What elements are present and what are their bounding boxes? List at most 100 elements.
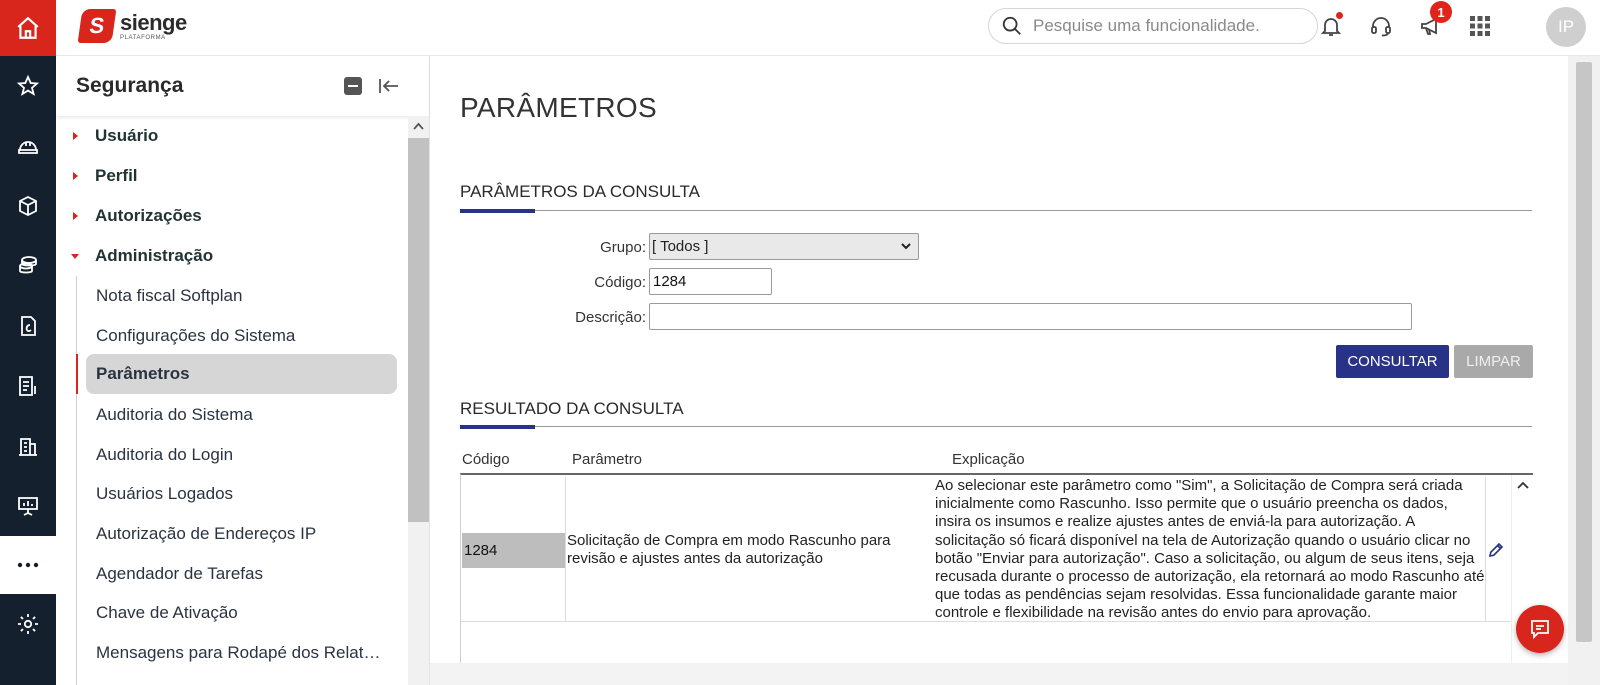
menu-scroll-thumb[interactable] [408, 138, 429, 522]
caret-right-icon [73, 212, 78, 220]
invoices-button[interactable] [0, 356, 56, 416]
table-row[interactable]: 1284 Solicitação de Compra em modo Rascu… [461, 477, 1511, 622]
cell-parametro: Solicitação de Compra em modo Rascunho p… [567, 532, 891, 567]
settings-button[interactable] [0, 594, 56, 654]
limpar-button[interactable]: LIMPAR [1454, 345, 1533, 378]
buildings-button[interactable] [0, 416, 56, 476]
page-scroll-thumb[interactable] [1576, 62, 1592, 642]
notifications-button[interactable] [1316, 11, 1346, 41]
reports-button[interactable] [0, 476, 56, 536]
search-icon [1002, 16, 1021, 35]
logo-mark: S [77, 9, 117, 43]
section-accent [460, 209, 535, 213]
document-icon [21, 316, 36, 336]
home-button[interactable] [0, 0, 56, 56]
scroll-up-icon[interactable] [1517, 481, 1529, 489]
app-rail [0, 0, 56, 685]
headset-icon [1371, 17, 1391, 37]
more-button[interactable] [0, 536, 56, 594]
settings-icon [18, 614, 38, 634]
finance-button[interactable] [0, 236, 56, 296]
announcement-badge: 1 [1430, 1, 1452, 23]
menu-item-nota-fiscal[interactable]: Nota fiscal Softplan [86, 276, 397, 316]
query-section-title: PARÂMETROS DA CONSULTA [460, 182, 700, 201]
top-bar: S sienge PLATAFORMA 1 IP [56, 0, 1600, 56]
menu-item-usuarios-logados[interactable]: Usuários Logados [86, 474, 397, 514]
chevron-down-icon [901, 243, 911, 250]
logo-name: sienge [120, 9, 187, 35]
apps-button[interactable] [1465, 11, 1495, 41]
coins-icon [19, 256, 37, 274]
logo-subtitle: PLATAFORMA [120, 34, 166, 41]
table-scrollbar[interactable] [1511, 475, 1533, 685]
code-label: Código: [594, 274, 646, 291]
home-icon [17, 16, 39, 39]
cell-codigo: 1284 [462, 533, 565, 568]
active-indicator [76, 354, 78, 394]
menu-group-label: Usuário [95, 126, 159, 145]
page-scrollbar[interactable] [1568, 56, 1600, 685]
results-table: 1284 Solicitação de Compra em modo Rascu… [460, 473, 1533, 685]
description-input[interactable] [649, 303, 1412, 330]
invoice-icon [19, 376, 36, 396]
menu-group-usuario[interactable]: Usuário [56, 116, 408, 156]
menu-item-chave-ativacao[interactable]: Chave de Ativação [86, 593, 397, 633]
collapse-all-icon[interactable] [344, 77, 362, 95]
column-divider [565, 477, 566, 622]
menu-item-parametros[interactable]: Parâmetros [86, 354, 397, 394]
code-input[interactable] [649, 268, 772, 295]
chat-icon [1531, 620, 1549, 640]
favorites-button[interactable] [0, 56, 56, 116]
menu-item-auditoria-sistema[interactable]: Auditoria do Sistema [86, 395, 397, 435]
menu-item-auditoria-login[interactable]: Auditoria do Login [86, 435, 397, 475]
menu-list: Usuário Perfil Autorizações Administraçã… [56, 116, 408, 685]
column-header-codigo[interactable]: Código [462, 451, 510, 468]
hide-menu-icon[interactable] [378, 76, 400, 96]
apps-grid-icon [1470, 16, 1490, 36]
column-header-parametro[interactable]: Parâmetro [572, 451, 642, 468]
search-input[interactable] [1033, 16, 1303, 36]
result-section-title: RESULTADO DA CONSULTA [460, 399, 684, 418]
main-content: PARÂMETROS PARÂMETROS DA CONSULTA Grupo:… [430, 56, 1600, 685]
group-select[interactable]: [ Todos ] [649, 233, 919, 260]
divider [460, 426, 1532, 427]
group-select-value: [ Todos ] [652, 238, 709, 255]
sienge-logo[interactable]: S sienge PLATAFORMA [77, 9, 187, 43]
documents-button[interactable] [0, 296, 56, 356]
menu-header: Segurança [56, 56, 429, 116]
column-header-explicacao[interactable]: Explicação [952, 451, 1025, 468]
supplies-button[interactable] [0, 176, 56, 236]
engineering-button[interactable] [0, 116, 56, 176]
user-avatar[interactable]: IP [1546, 7, 1586, 47]
announcements-button[interactable]: 1 [1416, 1, 1452, 41]
star-icon [16, 74, 40, 96]
menu-item-configuracoes[interactable]: Configurações do Sistema [86, 316, 397, 356]
menu-group-label: Administração [95, 246, 214, 265]
divider [460, 210, 1532, 211]
menu-group-autorizacoes[interactable]: Autorizações [56, 196, 408, 236]
support-button[interactable] [1366, 11, 1396, 41]
menu-item-agendador[interactable]: Agendador de Tarefas [86, 554, 397, 594]
page-title: PARÂMETROS [460, 92, 657, 123]
submenu-guide [76, 276, 77, 685]
cell-explicacao: Ao selecionar este parâmetro como "Sim",… [935, 477, 1485, 622]
edit-pencil-icon[interactable] [1487, 541, 1505, 559]
building-icon [19, 438, 37, 456]
more-icon [17, 562, 39, 568]
menu-group-label: Perfil [95, 166, 138, 185]
menu-scrollbar[interactable] [408, 116, 429, 685]
notification-dot [1335, 11, 1344, 20]
search-box[interactable] [988, 8, 1318, 44]
menu-item-mensagens-rodape[interactable]: Mensagens para Rodapé dos Relat… [86, 633, 397, 673]
menu-group-perfil[interactable]: Perfil [56, 156, 408, 196]
box-icon [19, 195, 37, 217]
chat-button[interactable] [1516, 605, 1564, 653]
section-accent [460, 425, 535, 429]
scroll-up-icon[interactable] [413, 122, 424, 130]
helmet-icon [18, 141, 38, 154]
caret-right-icon [73, 132, 78, 140]
group-label: Grupo: [600, 239, 646, 256]
consultar-button[interactable]: CONSULTAR [1336, 345, 1449, 378]
menu-group-administracao[interactable]: Administração [56, 236, 408, 276]
menu-item-enderecos-ip[interactable]: Autorização de Endereços IP [86, 514, 397, 554]
